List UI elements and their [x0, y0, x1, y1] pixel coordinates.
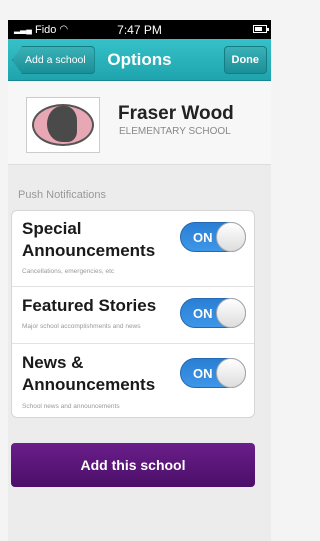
wifi-icon: ◠ — [59, 24, 69, 35]
signal-icon: ▂▃▄ — [14, 25, 32, 34]
carrier-name: Fido — [34, 23, 57, 36]
push-notifications-group: Special Announcements Cancellations, eme… — [11, 210, 255, 418]
setting-subtitle: School news and announcements — [22, 403, 120, 410]
school-type: ELEMENTARY SCHOOL — [119, 126, 231, 137]
setting-row-featured-stories: Featured Stories Major school accomplish… — [12, 286, 254, 344]
falcon-icon — [47, 106, 77, 142]
toggle-knob — [216, 222, 246, 252]
setting-subtitle: Major school accomplishments and news — [22, 323, 141, 330]
toggle-knob — [216, 358, 246, 388]
push-notifications-header: Push Notifications — [18, 189, 107, 201]
clock: 7:47 PM — [117, 22, 162, 37]
featured-stories-toggle[interactable]: ON — [180, 298, 246, 328]
school-name: Fraser Wood — [118, 103, 234, 124]
add-a-school-button[interactable]: Add a school — [12, 46, 95, 74]
setting-row-special-announcements: Special Announcements Cancellations, eme… — [12, 211, 254, 286]
page-title: Options — [107, 49, 172, 69]
setting-title: News & Announcements — [22, 353, 156, 394]
toggle-knob — [216, 298, 246, 328]
status-bar: ▂▃▄ Fido ◠ 7:47 PM — [8, 20, 271, 39]
battery-icon — [253, 25, 269, 33]
news-announcements-toggle[interactable]: ON — [180, 358, 246, 388]
setting-row-news-announcements: News & Announcements School news and ann… — [12, 343, 254, 418]
setting-subtitle: Cancellations, emergencies, etc — [22, 268, 115, 275]
add-this-school-button[interactable]: Add this school — [11, 443, 255, 487]
special-announcements-toggle[interactable]: ON — [180, 222, 246, 252]
school-card: Fraser Wood ELEMENTARY SCHOOL — [8, 81, 271, 165]
navigation-bar: Add a school Options Done — [8, 39, 271, 81]
setting-title: Special Announcements — [22, 219, 156, 260]
setting-title: Featured Stories — [22, 296, 157, 315]
done-button[interactable]: Done — [223, 46, 267, 74]
school-logo — [26, 97, 100, 153]
carrier-indicator: ▂▃▄ Fido ◠ — [14, 24, 68, 36]
